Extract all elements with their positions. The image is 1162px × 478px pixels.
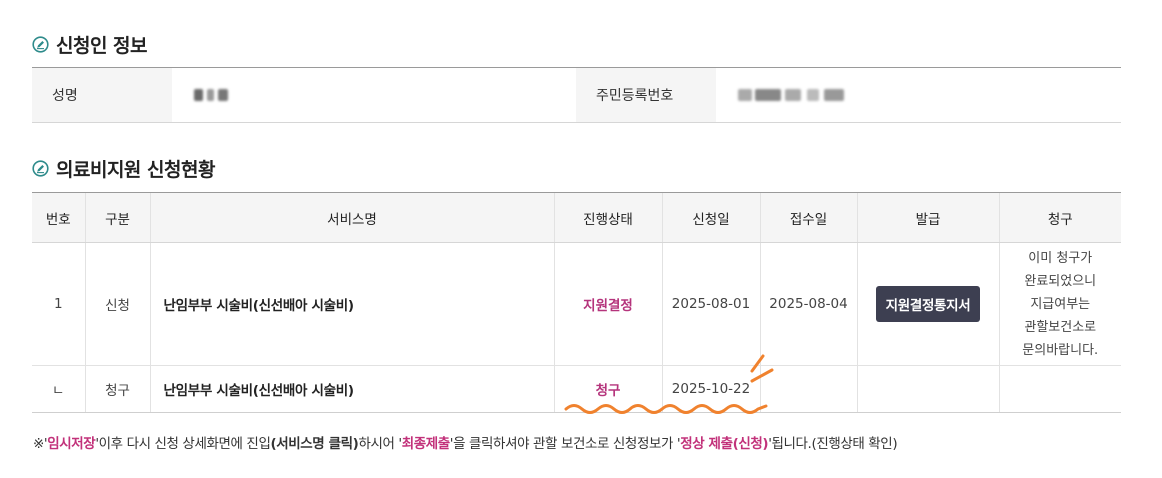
applicant-info-title-text: 신청인 정보 <box>56 35 148 57</box>
pencil-circle-icon <box>32 160 49 177</box>
application-status-table: 번호 구분 서비스명 진행상태 신청일 접수일 발급 청구 1 신청 난임부부 … <box>32 192 1121 413</box>
notice-part3: '을 클릭하셔야 관할 보건소로 신청정보가 ' <box>449 436 681 452</box>
applicant-info-table: 성명 주민등록번호 <box>32 67 1121 123</box>
claim-message-line: 관할보건소로 <box>1024 319 1097 335</box>
row-number: 1 <box>32 242 85 366</box>
apply-date: 2025-08-01 <box>661 242 760 366</box>
notice-part4: '됩니다.(진행상태 확인) <box>768 436 898 452</box>
decision-notice-button[interactable]: 지원결정통지서 <box>875 286 981 322</box>
progress-status: 지원결정 <box>553 242 662 366</box>
claim-message: 이미 청구가 완료되었으니 지급여부는 관할보건소로 문의바랍니다. <box>998 242 1121 366</box>
applicant-info-title: 신청인 정보 <box>32 31 148 58</box>
notice-text: ※'임시저장'이후 다시 신청 상세화면에 진입(서비스명 클릭)하시어 '최종… <box>33 432 898 452</box>
col-header-category: 구분 <box>84 192 150 243</box>
notice-part1: '이후 다시 신청 상세화면에 진입 <box>95 436 271 452</box>
claim-message-line: 이미 청구가 <box>1028 250 1093 266</box>
claim-message-line: 문의바랍니다. <box>1022 342 1099 358</box>
rrn-label: 주민등록번호 <box>576 68 716 122</box>
notice-prefix: ※' <box>33 436 48 452</box>
issue-cell: 지원결정통지서 <box>856 242 999 366</box>
notice-normal-submit: 정상 제출(신청) <box>680 436 769 452</box>
name-label: 성명 <box>32 68 172 122</box>
service-name-link[interactable]: 난임부부 시술비(신선배아 시술비) <box>149 242 554 366</box>
claim-message-line: 지급여부는 <box>1030 296 1091 312</box>
rrn-value-redacted <box>716 68 1121 122</box>
claim-cell <box>998 365 1121 413</box>
status-section-title: 의료비지원 신청현황 <box>32 155 215 182</box>
apply-date: 2025-10-22 <box>661 365 760 413</box>
notice-temp-save: 임시저장 <box>47 436 96 452</box>
receipt-date <box>759 365 857 413</box>
col-header-apply-date: 신청일 <box>661 192 760 243</box>
table-row: 1 신청 난임부부 시술비(신선배아 시술비) 지원결정 2025-08-01 … <box>32 242 1121 366</box>
receipt-date: 2025-08-04 <box>759 242 857 366</box>
claim-message-line: 완료되었으니 <box>1024 273 1097 289</box>
row-number: ㄴ <box>32 365 85 413</box>
col-header-service-name: 서비스명 <box>149 192 554 243</box>
notice-final-submit: 최종제출 <box>401 436 450 452</box>
status-section-title-text: 의료비지원 신청현황 <box>56 159 215 181</box>
table-row: ㄴ 청구 난임부부 시술비(신선배아 시술비) 청구 2025-10-22 <box>32 365 1121 413</box>
col-header-progress-status: 진행상태 <box>553 192 662 243</box>
name-value-redacted <box>172 68 576 122</box>
pencil-circle-icon <box>32 36 49 53</box>
service-name-link[interactable]: 난임부부 시술비(신선배아 시술비) <box>149 365 554 413</box>
issue-cell <box>856 365 999 413</box>
row-category: 신청 <box>84 242 150 366</box>
progress-status: 청구 <box>553 365 662 413</box>
col-header-claim: 청구 <box>998 192 1121 243</box>
col-header-number: 번호 <box>32 192 85 243</box>
notice-part2: 하시어 ' <box>358 436 402 452</box>
table-header-row: 번호 구분 서비스명 진행상태 신청일 접수일 발급 청구 <box>32 192 1121 243</box>
row-category: 청구 <box>84 365 150 413</box>
col-header-receipt-date: 접수일 <box>759 192 857 243</box>
notice-service-click: (서비스명 클릭) <box>270 436 359 452</box>
col-header-issue: 발급 <box>856 192 999 243</box>
